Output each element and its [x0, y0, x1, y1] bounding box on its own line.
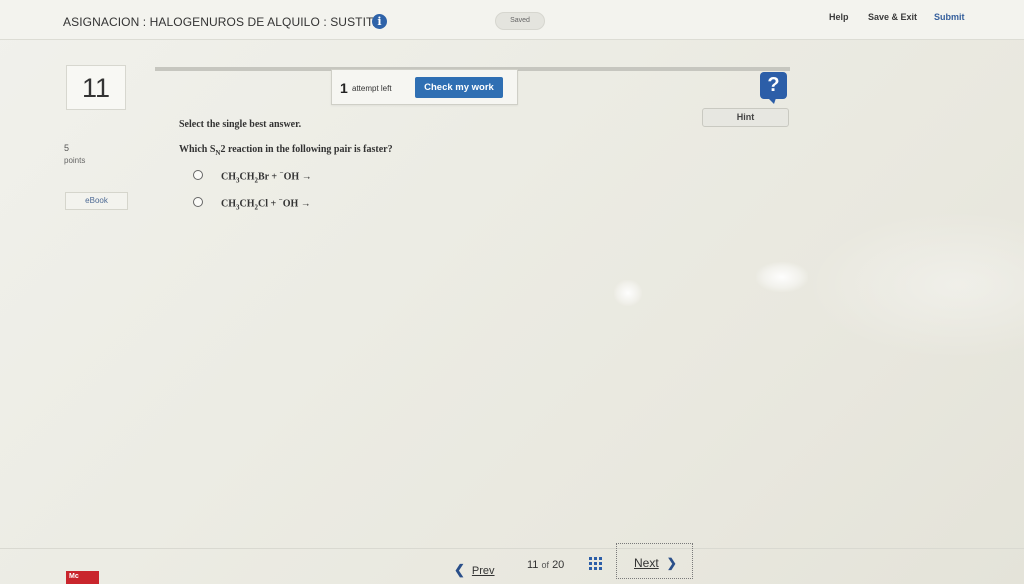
total-pages: 20: [552, 559, 565, 571]
chevron-left-icon: ❮: [454, 562, 465, 577]
chevron-right-icon: ❯: [666, 556, 677, 570]
question-prompt: Which SN2 reaction in the following pair…: [179, 144, 393, 157]
help-question-icon[interactable]: ?: [760, 72, 787, 104]
prev-button[interactable]: ❮ Prev: [454, 562, 495, 578]
hint-button[interactable]: Hint: [702, 108, 789, 127]
current-page: 11: [527, 559, 539, 571]
question-number: 11: [66, 65, 126, 110]
page-indicator: 11 of 20: [527, 559, 564, 571]
submit-link[interactable]: Submit: [934, 12, 965, 22]
of-label: of: [541, 560, 549, 570]
next-label: Next: [634, 556, 659, 570]
save-exit-link[interactable]: Save & Exit: [868, 12, 917, 22]
mcgraw-hill-logo: Mc: [66, 571, 99, 584]
next-button[interactable]: Next ❯: [634, 556, 677, 570]
ebook-button[interactable]: eBook: [65, 192, 128, 210]
screen-glare: [614, 280, 642, 306]
screen-glare: [756, 262, 808, 292]
footer-divider: [0, 548, 1024, 549]
check-my-work-button[interactable]: Check my work: [415, 77, 503, 98]
attempts-count: 1: [340, 80, 348, 96]
option-label-2[interactable]: CH3CH2Cl + −OH →: [221, 196, 311, 211]
option-radio-1[interactable]: [193, 170, 203, 180]
question-instruction: Select the single best answer.: [179, 119, 302, 130]
top-header-bar: ASIGNACION : HALOGENUROS DE ALQUILO : SU…: [0, 0, 1024, 40]
points-value: 5: [64, 143, 70, 153]
option-radio-2[interactable]: [193, 197, 203, 207]
help-link[interactable]: Help: [829, 12, 849, 22]
prev-label: Prev: [471, 565, 495, 577]
attempts-label: attempt left: [352, 84, 392, 93]
question-grid-icon[interactable]: [589, 557, 602, 570]
screen-glare: [805, 210, 1024, 360]
assignment-title: ASIGNACION : HALOGENUROS DE ALQUILO : SU…: [63, 15, 383, 29]
info-icon[interactable]: i: [372, 14, 387, 29]
option-label-1[interactable]: CH3CH2Br + −OH →: [221, 169, 312, 184]
saved-status-badge: Saved: [495, 12, 545, 30]
points-label: points: [64, 156, 86, 165]
